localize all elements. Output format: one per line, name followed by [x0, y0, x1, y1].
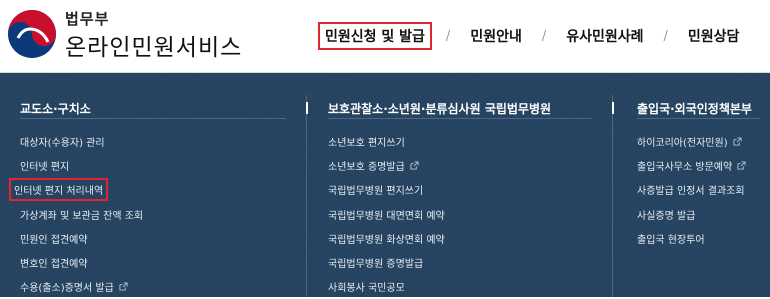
title-underline — [328, 118, 592, 119]
menu-item-label: 대상자(수용자) 관리 — [20, 137, 105, 149]
external-link-icon — [733, 137, 742, 146]
menu-item-label: 국립법무병원 증명발급 — [328, 259, 424, 271]
column-marker — [306, 102, 308, 114]
nav-item-guide[interactable]: 민원안내 — [464, 23, 528, 49]
menu-item[interactable]: 국립법무병원 화상면회 예약 — [328, 226, 445, 250]
menu-item-label: 출입국사무소 방문예약 — [637, 161, 733, 173]
nav-item-apply-issue[interactable]: 민원신청 및 발급 — [318, 22, 432, 50]
menu-item[interactable]: 출입국 현장투어 — [637, 226, 746, 250]
nav-item-similar-cases[interactable]: 유사민원사례 — [560, 23, 649, 49]
column-title: 보호관찰소·소년원·분류심사원 국립법무병원 — [328, 102, 552, 116]
menu-list: 대상자(수용자) 관리인터넷 편지인터넷 편지 처리내역가상계좌 및 보관금 잔… — [9, 129, 143, 299]
column-title: 출입국·외국인정책본부 — [637, 102, 752, 116]
menu-item-label: 사증발급 인정서 결과조회 — [637, 186, 745, 198]
column-marker — [612, 102, 614, 114]
menu-item-label: 소년보호 편지쓰기 — [328, 137, 405, 149]
menu-item-label: 인터넷 편지 처리내역 — [9, 178, 109, 202]
menu-column-prison: 교도소·구치소 대상자(수용자) 관리인터넷 편지인터넷 편지 처리내역가상계좌… — [0, 73, 306, 297]
menu-item[interactable]: 민원인 접견예약 — [20, 226, 143, 250]
menu-item[interactable]: 하이코리아(전자민원) — [637, 129, 746, 153]
menu-item-label: 출입국 현장투어 — [637, 234, 705, 246]
menu-item[interactable]: 소년보호 편지쓰기 — [328, 129, 445, 153]
nav-separator: / — [541, 28, 547, 44]
ministry-emblem-icon[interactable] — [6, 8, 58, 60]
menu-item-label: 사회봉사 국민공모 — [328, 283, 405, 295]
menu-item-label: 민원인 접견예약 — [20, 234, 88, 246]
menu-item[interactable]: 인터넷 편지 처리내역 — [9, 178, 143, 202]
menu-item[interactable]: 국립법무병원 편지쓰기 — [328, 178, 445, 202]
menu-list: 하이코리아(전자민원) 출입국사무소 방문예약사증발급 인정서 결과조회사실증명 … — [637, 129, 746, 250]
menu-item[interactable]: 소년보호 증명발급 — [328, 153, 445, 177]
menu-column-immigration: 출입국·외국인정책본부 하이코리아(전자민원) 출입국사무소 방문예약사증발급 인… — [612, 73, 770, 297]
menu-list: 소년보호 편지쓰기소년보호 증명발급국립법무병원 편지쓰기국립법무병원 대면면회… — [328, 129, 445, 299]
brand-service-name[interactable]: 온라인민원서비스 — [65, 28, 242, 62]
external-link-icon — [410, 161, 419, 170]
menu-item-label: 사실증명 발급 — [637, 210, 696, 222]
menu-item[interactable]: 국립법무병원 증명발급 — [328, 250, 445, 274]
menu-item-label: 변호인 접견예약 — [20, 259, 88, 271]
external-link-icon — [737, 161, 746, 170]
menu-item-label: 국립법무병원 편지쓰기 — [328, 186, 424, 198]
dropdown-menu-panel: 교도소·구치소 대상자(수용자) 관리인터넷 편지인터넷 편지 처리내역가상계좌… — [0, 73, 770, 297]
nav-item-consultation[interactable]: 민원상담 — [682, 23, 746, 49]
brand-ministry: 법무부 — [65, 10, 110, 28]
menu-item-label: 하이코리아(전자민원) — [637, 137, 728, 149]
menu-item[interactable]: 변호인 접견예약 — [20, 250, 143, 274]
menu-item[interactable]: 출입국사무소 방문예약 — [637, 153, 746, 177]
menu-item[interactable]: 대상자(수용자) 관리 — [20, 129, 143, 153]
column-title: 교도소·구치소 — [20, 102, 91, 116]
menu-item[interactable]: 국립법무병원 대면면회 예약 — [328, 202, 445, 226]
main-nav: 민원신청 및 발급 / 민원안내 / 유사민원사례 / 민원상담 — [318, 22, 745, 50]
external-link-icon — [119, 282, 128, 291]
title-underline — [20, 118, 286, 119]
menu-item[interactable]: 사증발급 인정서 결과조회 — [637, 178, 746, 202]
menu-item[interactable]: 사회봉사 국민공모 — [328, 275, 445, 299]
menu-item[interactable]: 가상계좌 및 보관금 잔액 조회 — [20, 202, 143, 226]
menu-item-label: 국립법무병원 화상면회 예약 — [328, 234, 445, 246]
menu-item-label: 인터넷 편지 — [20, 161, 70, 173]
menu-item-label: 가상계좌 및 보관금 잔액 조회 — [20, 210, 144, 222]
site-header: 법무부 온라인민원서비스 민원신청 및 발급 / 민원안내 / 유사민원사례 /… — [0, 0, 770, 73]
menu-item[interactable]: 인터넷 편지 — [20, 153, 143, 177]
title-underline — [637, 118, 760, 119]
menu-item-label: 수용(출소)증명서 발급 — [20, 283, 114, 295]
menu-column-probation: 보호관찰소·소년원·분류심사원 국립법무병원 소년보호 편지쓰기소년보호 증명발… — [306, 73, 612, 297]
nav-separator: / — [663, 28, 668, 44]
menu-item[interactable]: 사실증명 발급 — [637, 202, 746, 226]
menu-item[interactable]: 수용(출소)증명서 발급 — [20, 275, 143, 299]
menu-item-label: 국립법무병원 대면면회 예약 — [328, 210, 445, 222]
nav-separator: / — [445, 28, 451, 44]
menu-item-label: 소년보호 증명발급 — [328, 161, 405, 173]
